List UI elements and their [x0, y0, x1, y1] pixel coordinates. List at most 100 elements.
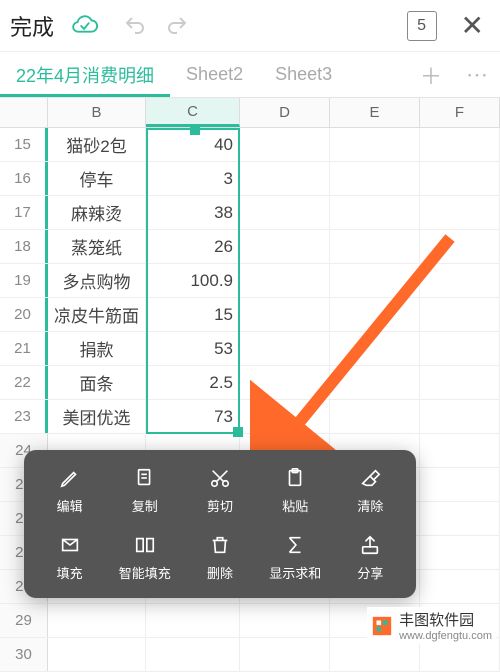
row-header[interactable]: 29 [0, 604, 48, 637]
cell-B[interactable]: 猫砂2包 [48, 128, 146, 161]
cell-F[interactable] [420, 298, 500, 331]
row-header[interactable]: 20 [0, 298, 48, 331]
cell-C[interactable]: 3 [146, 162, 240, 195]
page-count-badge[interactable]: 5 [407, 11, 437, 41]
cell-C[interactable]: 2.5 [146, 366, 240, 399]
scissors-icon [208, 466, 232, 490]
cell-D[interactable] [240, 604, 330, 637]
cell-D[interactable] [240, 264, 330, 297]
cell-B[interactable]: 面条 [48, 366, 146, 399]
watermark-logo-icon [371, 615, 393, 637]
add-sheet-icon[interactable]: ＋ [408, 59, 454, 91]
menu-share[interactable]: 分享 [333, 529, 408, 586]
cell-D[interactable] [240, 332, 330, 365]
row-header[interactable]: 21 [0, 332, 48, 365]
cell-F[interactable] [420, 332, 500, 365]
cell-C[interactable]: 100.9 [146, 264, 240, 297]
cell-E[interactable] [330, 366, 420, 399]
cell-D[interactable] [240, 196, 330, 229]
col-header-D[interactable]: D [240, 98, 330, 127]
row-header[interactable]: 19 [0, 264, 48, 297]
cell-F[interactable] [420, 468, 500, 501]
cell-E[interactable] [330, 162, 420, 195]
row-header[interactable]: 23 [0, 400, 48, 433]
cell-B[interactable] [48, 638, 146, 671]
col-header-B[interactable]: B [48, 98, 146, 127]
table-row: 16停车3 [0, 162, 500, 196]
cell-D[interactable] [240, 366, 330, 399]
cell-B[interactable]: 麻辣烫 [48, 196, 146, 229]
cell-C[interactable]: 26 [146, 230, 240, 263]
cell-E[interactable] [330, 230, 420, 263]
cell-C[interactable]: 15 [146, 298, 240, 331]
menu-edit[interactable]: 编辑 [32, 462, 107, 519]
done-button[interactable]: 完成 [10, 10, 54, 42]
menu-paste[interactable]: 粘贴 [258, 462, 333, 519]
cell-C[interactable]: 53 [146, 332, 240, 365]
column-header-row: B C D E F [0, 98, 500, 128]
cell-D[interactable] [240, 638, 330, 671]
menu-show-sum[interactable]: 显示求和 [258, 529, 333, 586]
cell-F[interactable] [420, 366, 500, 399]
more-sheets-icon[interactable]: ⋯ [454, 62, 500, 88]
menu-fill[interactable]: 填充 [32, 529, 107, 586]
menu-delete[interactable]: 删除 [182, 529, 257, 586]
cell-C[interactable]: 40 [146, 128, 240, 161]
cell-B[interactable]: 停车 [48, 162, 146, 195]
row-header[interactable]: 18 [0, 230, 48, 263]
col-header-F[interactable]: F [420, 98, 500, 127]
cell-F[interactable] [420, 570, 500, 603]
cell-D[interactable] [240, 230, 330, 263]
row-header[interactable]: 30 [0, 638, 48, 671]
row-header[interactable]: 15 [0, 128, 48, 161]
cell-B[interactable]: 凉皮牛筋面 [48, 298, 146, 331]
cell-F[interactable] [420, 264, 500, 297]
close-icon[interactable]: ✕ [455, 9, 490, 42]
cell-E[interactable] [330, 264, 420, 297]
cell-F[interactable] [420, 162, 500, 195]
menu-copy[interactable]: 复制 [107, 462, 182, 519]
cell-E[interactable] [330, 196, 420, 229]
cell-D[interactable] [240, 162, 330, 195]
col-header-C[interactable]: C [146, 98, 240, 127]
select-all-corner[interactable] [0, 98, 48, 127]
tab-active-sheet[interactable]: 22年4月消费明细 [0, 52, 170, 97]
cell-E[interactable] [330, 128, 420, 161]
cell-E[interactable] [330, 298, 420, 331]
cell-F[interactable] [420, 502, 500, 535]
cell-E[interactable] [330, 400, 420, 433]
cell-E[interactable] [330, 332, 420, 365]
cell-F[interactable] [420, 128, 500, 161]
cell-F[interactable] [420, 196, 500, 229]
cell-D[interactable] [240, 298, 330, 331]
tab-sheet3[interactable]: Sheet3 [259, 52, 348, 97]
sigma-icon [283, 533, 307, 557]
row-header[interactable]: 17 [0, 196, 48, 229]
col-header-E[interactable]: E [330, 98, 420, 127]
cell-D[interactable] [240, 128, 330, 161]
menu-smart-fill[interactable]: 智能填充 [107, 529, 182, 586]
table-row: 22面条2.5 [0, 366, 500, 400]
cell-C[interactable] [146, 604, 240, 637]
cell-C[interactable] [146, 638, 240, 671]
cell-F[interactable] [420, 230, 500, 263]
menu-clear[interactable]: 清除 [333, 462, 408, 519]
row-header[interactable]: 16 [0, 162, 48, 195]
menu-cut[interactable]: 剪切 [182, 462, 257, 519]
cell-F[interactable] [420, 400, 500, 433]
cell-B[interactable]: 捐款 [48, 332, 146, 365]
cell-B[interactable] [48, 604, 146, 637]
table-row: 17麻辣烫38 [0, 196, 500, 230]
cell-B[interactable]: 美团优选 [48, 400, 146, 433]
cell-F[interactable] [420, 536, 500, 569]
cell-F[interactable] [420, 434, 500, 467]
row-header[interactable]: 22 [0, 366, 48, 399]
cloud-sync-icon[interactable] [68, 10, 100, 42]
cell-B[interactable]: 多点购物 [48, 264, 146, 297]
cell-C[interactable]: 38 [146, 196, 240, 229]
redo-icon [162, 11, 192, 41]
cell-B[interactable]: 蒸笼纸 [48, 230, 146, 263]
cell-C[interactable]: 73 [146, 400, 240, 433]
cell-D[interactable] [240, 400, 330, 433]
tab-sheet2[interactable]: Sheet2 [170, 52, 259, 97]
